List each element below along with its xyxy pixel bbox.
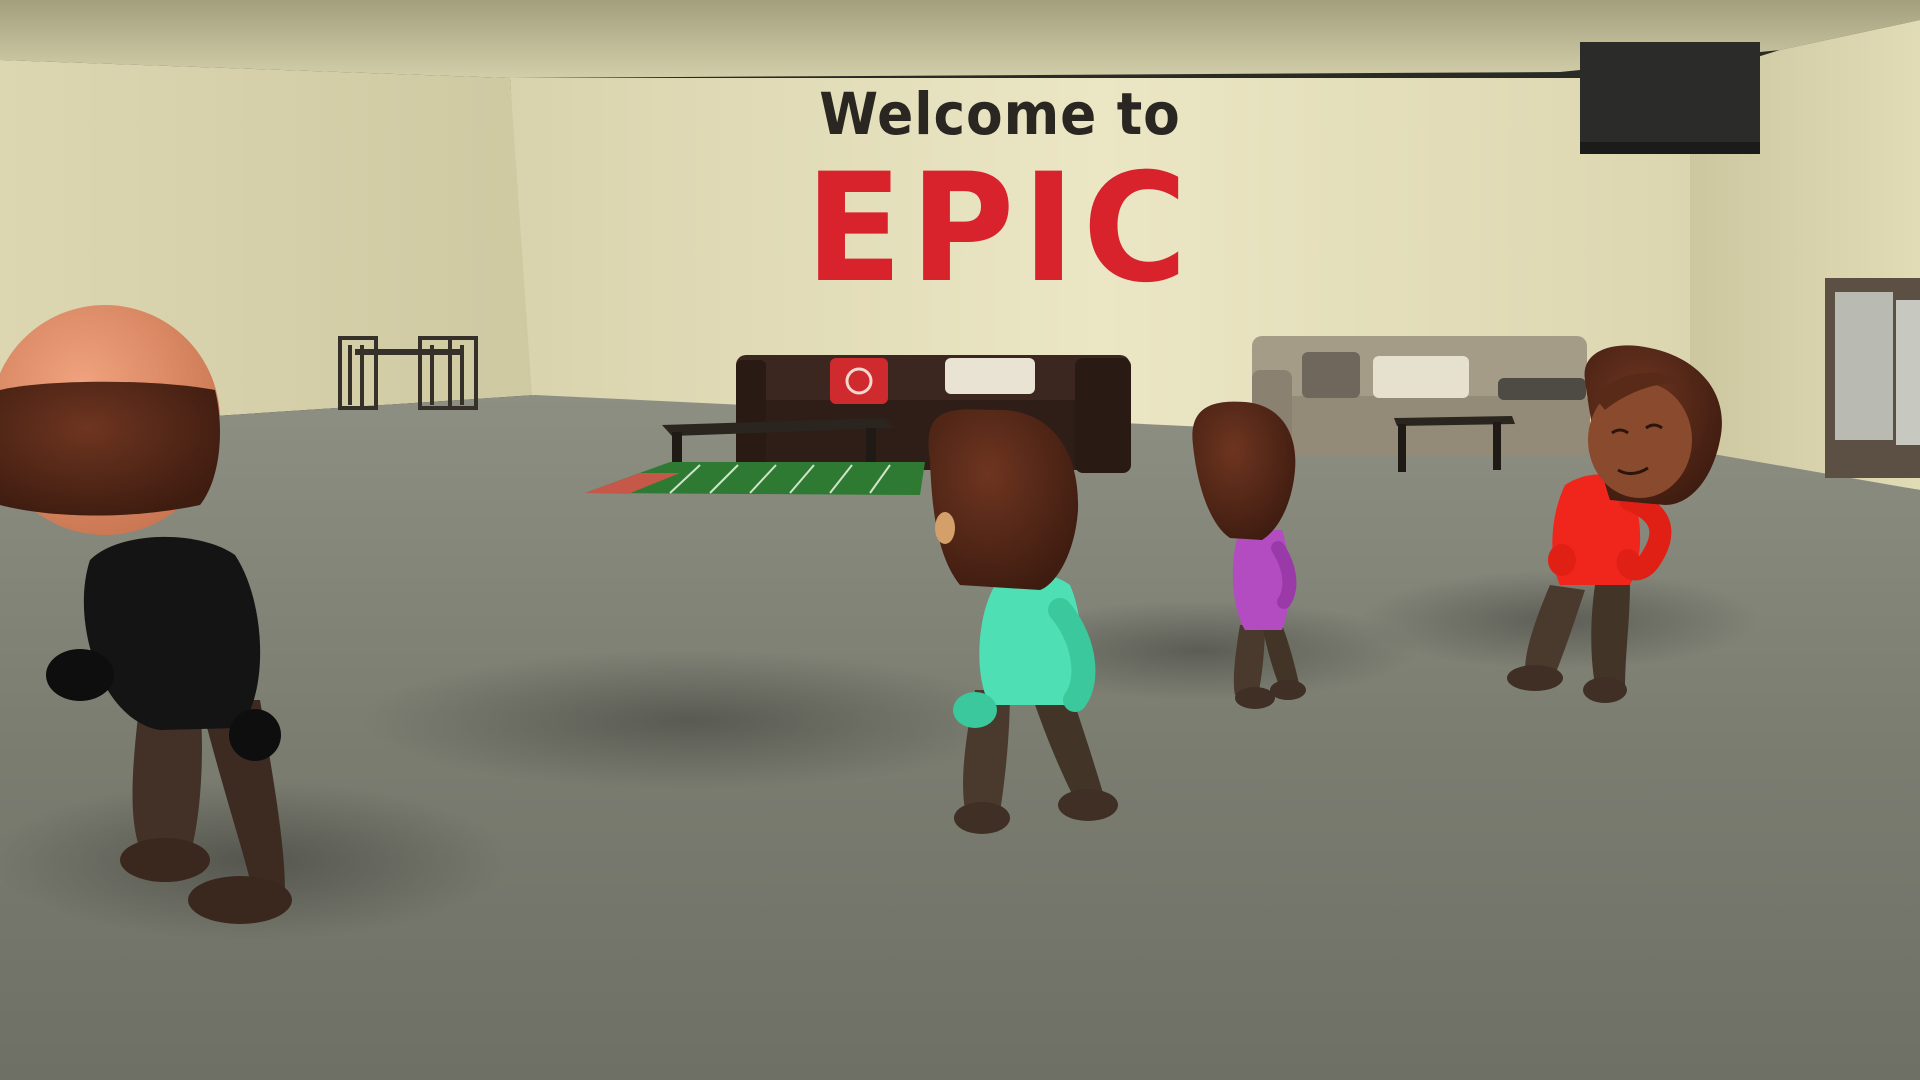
office-lobby-scene [0, 0, 1920, 1080]
sunglasses-band [0, 381, 220, 516]
door [1825, 278, 1920, 478]
snowflake-pillow [830, 358, 888, 404]
game-viewport[interactable]: Welcome to EPIC [0, 0, 1920, 1080]
air-vent [1580, 42, 1760, 154]
beige-sofa [1252, 336, 1590, 456]
